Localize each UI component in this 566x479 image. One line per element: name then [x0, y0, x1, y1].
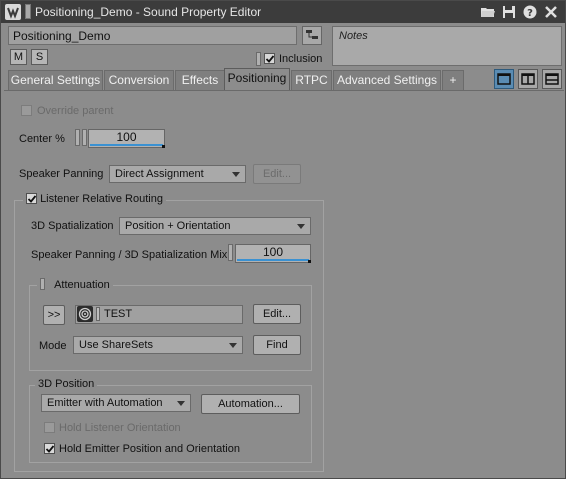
inclusion-label: Inclusion: [279, 53, 323, 65]
center-percent-fill: [90, 144, 163, 146]
speaker-panning-edit-button[interactable]: Edit...: [253, 164, 301, 184]
panning-mix-slider[interactable]: 100: [235, 244, 311, 263]
svg-text:?: ?: [527, 8, 533, 19]
listener-routing-label: Listener Relative Routing: [40, 193, 163, 205]
close-icon[interactable]: [543, 4, 559, 20]
chevron-down-icon: [229, 343, 237, 348]
chevron-down-icon: [232, 172, 240, 177]
hierarchy-icon: [306, 30, 318, 39]
check-icon: [45, 445, 55, 453]
attenuation-expand-button[interactable]: >>: [43, 305, 65, 325]
tab-conversion[interactable]: Conversion: [104, 70, 174, 90]
speaker-panning-value: Direct Assignment: [115, 168, 204, 180]
position-source-dropdown[interactable]: Emitter with Automation: [41, 394, 191, 412]
wwise-logo-icon: [5, 4, 21, 20]
tab-positioning[interactable]: Positioning: [224, 68, 290, 91]
spatialization-dropdown[interactable]: Position + Orientation: [119, 217, 311, 235]
center-percent-value: 100: [116, 130, 137, 144]
sound-property-editor-window: Positioning_Demo - Sound Property Editor…: [0, 0, 566, 479]
center-slider-end: [162, 145, 165, 148]
override-parent-checkbox[interactable]: [21, 105, 32, 116]
attenuation-shareset-name: TEST: [104, 308, 133, 320]
center-rtpc-grip-2[interactable]: [82, 129, 87, 146]
layout-split-vertical-icon: [521, 73, 535, 85]
layout-single-button[interactable]: [494, 69, 514, 89]
attenuation-title: Attenuation: [37, 278, 113, 292]
tab-divider: [4, 90, 564, 91]
position-3d-title: 3D Position: [35, 378, 98, 392]
check-icon: [27, 195, 37, 203]
center-percent-label: Center %: [19, 133, 65, 145]
solo-button[interactable]: S: [31, 49, 48, 65]
tab-general-settings[interactable]: General Settings: [8, 70, 103, 90]
tab-add[interactable]: +: [442, 70, 464, 90]
target-icon: [77, 306, 93, 322]
hold-emitter-checkbox[interactable]: [44, 443, 55, 454]
layout-split-horizontal-icon: [545, 73, 559, 85]
attenuation-mode-label: Mode: [39, 340, 67, 352]
mix-rtpc-grip[interactable]: [228, 244, 233, 261]
speaker-panning-dropdown[interactable]: Direct Assignment: [109, 165, 246, 183]
hold-listener-orientation-label: Hold Listener Orientation: [59, 422, 181, 434]
hold-emitter-label: Hold Emitter Position and Orientation: [59, 443, 240, 455]
chevron-down-icon: [297, 224, 305, 229]
tab-rtpc[interactable]: RTPC: [291, 70, 332, 90]
center-rtpc-grip[interactable]: [75, 129, 80, 146]
spatialization-value: Position + Orientation: [125, 220, 231, 232]
center-percent-slider[interactable]: 100: [88, 129, 165, 148]
save-icon[interactable]: [501, 4, 517, 20]
mute-button[interactable]: M: [10, 49, 27, 65]
listener-routing-title: Listener Relative Routing: [23, 193, 166, 207]
attenuation-group: [29, 285, 312, 371]
tab-effects[interactable]: Effects: [175, 70, 225, 90]
spatialization-label: 3D Spatialization: [31, 220, 114, 232]
mix-slider-end: [308, 260, 311, 263]
position-source-value: Emitter with Automation: [47, 397, 163, 409]
folder-icon[interactable]: [480, 4, 496, 20]
help-icon[interactable]: ?: [522, 4, 538, 20]
layout-single-icon: [497, 73, 511, 85]
panning-mix-fill: [237, 259, 309, 261]
override-parent-label: Override parent: [37, 105, 114, 117]
chevron-down-icon: [177, 401, 185, 406]
object-name-field[interactable]: Positioning_Demo: [8, 26, 297, 45]
title-bar: Positioning_Demo - Sound Property Editor…: [1, 1, 565, 23]
title-grip[interactable]: [25, 4, 31, 19]
attenuation-label: Attenuation: [54, 279, 110, 291]
speaker-panning-label: Speaker Panning: [19, 168, 104, 180]
listener-routing-checkbox[interactable]: [26, 193, 37, 204]
tab-bar: General Settings Conversion Effects Posi…: [8, 68, 464, 91]
notes-field[interactable]: Notes: [332, 26, 562, 66]
layout-split-vertical-button[interactable]: [518, 69, 538, 89]
attenuation-mode-dropdown[interactable]: Use ShareSets: [73, 336, 243, 354]
attenuation-mode-value: Use ShareSets: [79, 339, 153, 351]
tab-advanced-settings[interactable]: Advanced Settings: [333, 70, 441, 90]
attenuation-edit-button[interactable]: Edit...: [253, 304, 301, 324]
attenuation-grip[interactable]: [40, 278, 45, 290]
attenuation-shareset-field[interactable]: [75, 305, 243, 324]
attenuation-find-button[interactable]: Find: [253, 335, 301, 355]
window-title: Positioning_Demo - Sound Property Editor: [35, 5, 262, 19]
check-icon: [265, 55, 275, 63]
shareset-grip[interactable]: [96, 307, 100, 321]
hold-listener-orientation-checkbox[interactable]: [44, 422, 55, 433]
layout-split-horizontal-button[interactable]: [542, 69, 562, 89]
inclusion-grip[interactable]: [256, 52, 261, 66]
object-picker-button[interactable]: [302, 26, 322, 45]
panning-mix-label: Speaker Panning / 3D Spatialization Mix: [31, 249, 228, 261]
automation-button[interactable]: Automation...: [201, 394, 300, 414]
inclusion-checkbox[interactable]: [264, 53, 275, 64]
panning-mix-value: 100: [262, 245, 284, 259]
